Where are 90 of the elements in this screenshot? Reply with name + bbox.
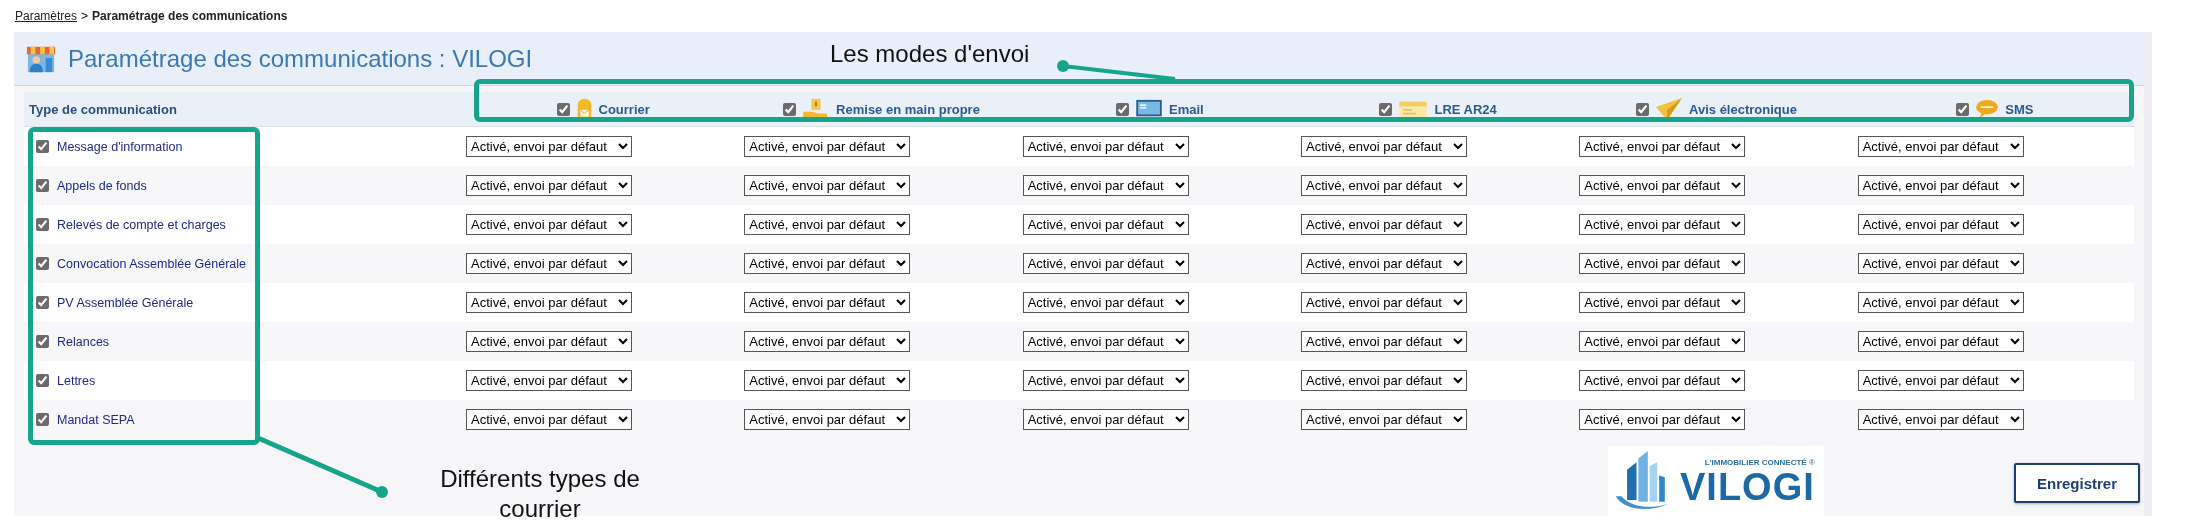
mode-dropdown[interactable]: Activé, envoi par défaut	[1857, 136, 2024, 157]
checkbox[interactable]	[36, 413, 49, 426]
mode-dropdown[interactable]: Activé, envoi par défaut	[1579, 292, 1746, 313]
mode-dropdown[interactable]: Activé, envoi par défaut	[1579, 175, 1746, 196]
mode-dropdown[interactable]: Activé, envoi par défaut	[1022, 175, 1189, 196]
breadcrumb-separator: >	[81, 9, 89, 23]
mode-dropdown[interactable]: Activé, envoi par défaut	[744, 331, 911, 352]
column-header: LRE AR24	[1434, 101, 1497, 117]
mode-dropdown[interactable]: Activé, envoi par défaut	[466, 214, 632, 235]
page-title: Paramétrage des communications : VILOGI	[68, 44, 533, 73]
annotation-label: Différents types de courrier	[439, 464, 641, 524]
mode-dropdown[interactable]: Activé, envoi par défaut	[1301, 136, 1467, 157]
mode-dropdown[interactable]: Activé, envoi par défaut	[1857, 214, 2024, 235]
mode-dropdown[interactable]: Activé, envoi par défaut	[1301, 292, 1467, 313]
checkbox[interactable]	[36, 179, 49, 192]
communication-type-label: Lettres	[57, 373, 96, 388]
mode-dropdown[interactable]: Activé, envoi par défaut	[466, 409, 632, 430]
checkbox[interactable]	[556, 102, 570, 116]
checkbox[interactable]	[1379, 102, 1393, 116]
mode-dropdown[interactable]: Activé, envoi par défaut	[1579, 331, 1746, 352]
mode-dropdown[interactable]: Activé, envoi par défaut	[744, 292, 911, 313]
speech-bubble-icon	[1975, 99, 2000, 119]
checkbox[interactable]	[36, 374, 49, 387]
checkbox[interactable]	[1956, 102, 1970, 116]
mode-dropdown[interactable]: Activé, envoi par défaut	[466, 136, 632, 157]
mode-dropdown[interactable]: Activé, envoi par défaut	[1301, 175, 1467, 196]
checkbox[interactable]	[36, 257, 49, 270]
mode-dropdown[interactable]: Activé, envoi par défaut	[466, 175, 632, 196]
checkbox[interactable]	[36, 140, 49, 153]
breadcrumb-link[interactable]: Paramètres	[15, 9, 78, 23]
mode-dropdown[interactable]: Activé, envoi par défaut	[1857, 409, 2024, 430]
mode-dropdown[interactable]: Activé, envoi par défaut	[1579, 214, 1746, 235]
mode-dropdown[interactable]: Activé, envoi par défaut	[466, 292, 632, 313]
checkbox[interactable]	[36, 218, 49, 231]
mode-dropdown[interactable]: Activé, envoi par défaut	[1301, 370, 1467, 391]
communication-type-label: Appels de fonds	[57, 178, 147, 193]
annotation-label: Les modes d'envoi	[830, 40, 1030, 68]
mode-dropdown[interactable]: Activé, envoi par défaut	[1022, 292, 1189, 313]
logo-tagline: L'IMMOBILIER CONNECTÉ	[1704, 457, 1807, 467]
mode-dropdown[interactable]: Activé, envoi par défaut	[1579, 370, 1746, 391]
column-header: SMS	[2005, 101, 2034, 117]
mode-dropdown[interactable]: Activé, envoi par défaut	[466, 331, 632, 352]
mode-dropdown[interactable]: Activé, envoi par défaut	[1022, 331, 1189, 352]
column-header: Courrier	[598, 101, 650, 117]
checkbox[interactable]	[1116, 102, 1129, 116]
monitor-icon	[1135, 99, 1163, 119]
mode-dropdown[interactable]: Activé, envoi par défaut	[1857, 331, 2024, 352]
checkbox[interactable]	[783, 102, 797, 116]
mode-dropdown[interactable]: Activé, envoi par défaut	[1857, 253, 2024, 274]
mode-dropdown[interactable]: Activé, envoi par défaut	[1857, 175, 2024, 196]
mode-dropdown[interactable]: Activé, envoi par défaut	[1022, 370, 1189, 391]
mode-dropdown[interactable]: Activé, envoi par défaut	[744, 370, 911, 391]
mode-dropdown[interactable]: Activé, envoi par défaut	[744, 175, 911, 196]
mode-dropdown[interactable]: Activé, envoi par défaut	[1022, 136, 1189, 157]
mode-dropdown[interactable]: Activé, envoi par défaut	[1579, 409, 1746, 430]
mode-dropdown[interactable]: Activé, envoi par défaut	[744, 136, 911, 157]
mode-dropdown[interactable]: Activé, envoi par défaut	[1857, 370, 2024, 391]
column-header: Email	[1169, 101, 1204, 117]
logo-wordmark: VILOGI	[1680, 466, 1815, 507]
mode-dropdown[interactable]: Activé, envoi par défaut	[744, 409, 911, 430]
mode-dropdown[interactable]: Activé, envoi par défaut	[466, 253, 632, 274]
communication-type-label: PV Assemblée Générale	[57, 295, 194, 310]
communication-type-label: Mandat SEPA	[57, 412, 135, 427]
mode-dropdown[interactable]: Activé, envoi par défaut	[1301, 331, 1467, 352]
mode-dropdown[interactable]: Activé, envoi par défaut	[1301, 409, 1467, 430]
mode-dropdown[interactable]: Activé, envoi par défaut	[1301, 253, 1467, 274]
communication-type-label: Message d'information	[57, 139, 183, 154]
communication-type-label: Relances	[57, 334, 110, 349]
mode-dropdown[interactable]: Activé, envoi par défaut	[1301, 214, 1467, 235]
mode-dropdown[interactable]: Activé, envoi par défaut	[1022, 253, 1189, 274]
mode-dropdown[interactable]: Activé, envoi par défaut	[744, 253, 911, 274]
column-header: Avis électronique	[1689, 101, 1797, 117]
mode-dropdown[interactable]: Activé, envoi par défaut	[1579, 136, 1746, 157]
communication-type-label: Convocation Assemblée Générale	[57, 256, 246, 271]
checkbox[interactable]	[36, 296, 49, 309]
communication-type-label: Relevés de compte et charges	[57, 217, 226, 232]
mode-dropdown[interactable]: Activé, envoi par défaut	[1022, 214, 1189, 235]
mode-dropdown[interactable]: Activé, envoi par défaut	[744, 214, 911, 235]
column-header: Type de communication	[28, 101, 178, 117]
registered-mark: ®	[1808, 457, 1815, 467]
checkbox[interactable]	[1636, 102, 1650, 116]
mailbox-icon	[575, 98, 593, 120]
save-button[interactable]: Enregistrer	[2014, 463, 2140, 503]
mode-dropdown[interactable]: Activé, envoi par défaut	[1022, 409, 1189, 430]
mode-dropdown[interactable]: Activé, envoi par défaut	[466, 370, 632, 391]
mode-dropdown[interactable]: Activé, envoi par défaut	[1857, 292, 2024, 313]
column-header: Remise en main propre	[836, 101, 980, 117]
mode-dropdown[interactable]: Activé, envoi par défaut	[1579, 253, 1746, 274]
breadcrumb-current: Paramétrage des communications	[92, 9, 288, 23]
checkbox[interactable]	[36, 335, 49, 348]
